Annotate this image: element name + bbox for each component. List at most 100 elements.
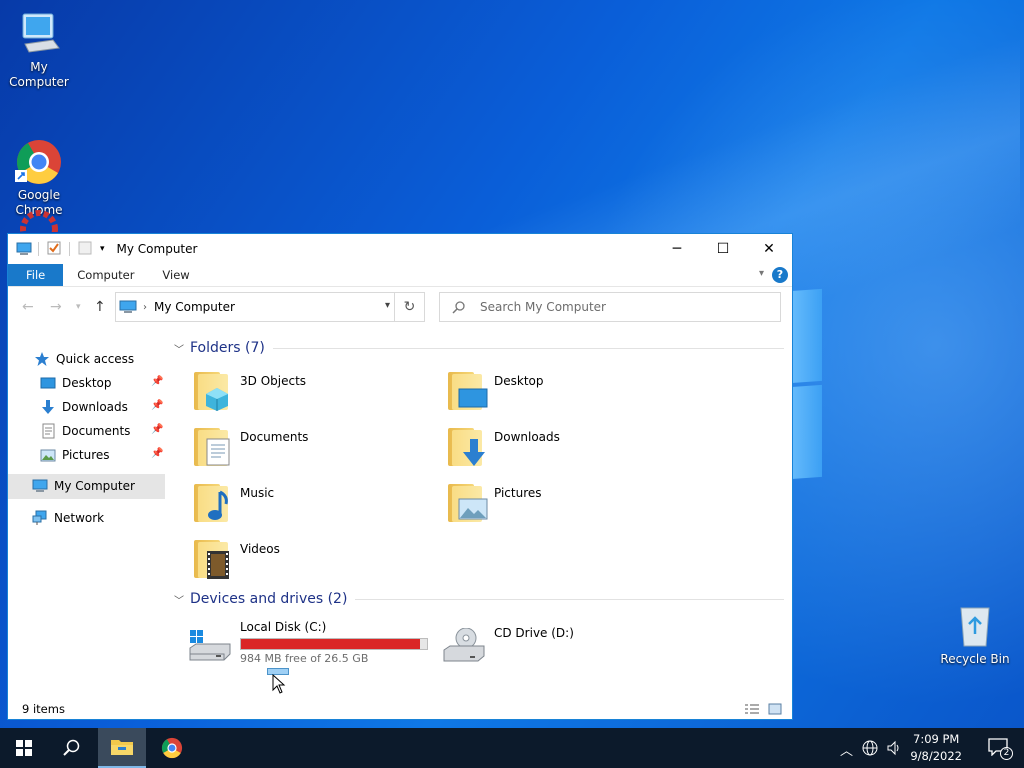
search-icon <box>63 739 80 756</box>
collapse-chevron-icon[interactable]: ﹀ <box>174 341 184 356</box>
close-button[interactable]: ✕ <box>746 234 792 264</box>
nav-label: My Computer <box>54 479 135 493</box>
drive-usage-bar <box>240 638 428 650</box>
folder-label: Desktop <box>494 374 544 388</box>
folder-item-downloads[interactable]: Downloads <box>448 426 688 476</box>
star-icon <box>34 351 50 367</box>
taskbar-chrome[interactable] <box>148 728 196 768</box>
divider <box>69 242 70 256</box>
taskbar: ︿ 7:09 PM 9/8/2022 2 <box>0 728 1024 768</box>
minimize-button[interactable]: ─ <box>654 234 700 264</box>
recycle-bin-icon <box>951 602 999 650</box>
drive-item-cd-drive[interactable]: CD Drive (D:) <box>442 614 692 674</box>
document-icon <box>40 423 56 439</box>
customize-qa-chevron-icon[interactable]: ▾ <box>100 244 105 254</box>
computer-icon <box>16 242 32 256</box>
nav-item-documents[interactable]: Documents <box>40 419 130 443</box>
new-folder-icon[interactable] <box>78 241 92 258</box>
section-header-devices[interactable]: ﹀ Devices and drives (2) <box>174 591 784 607</box>
volume-icon[interactable] <box>886 740 902 760</box>
chrome-icon <box>15 123 63 184</box>
computer-icon <box>15 10 63 58</box>
folder-item-3d-objects[interactable]: 3D Objects <box>194 370 434 420</box>
folder-item-videos[interactable]: Videos <box>194 538 434 588</box>
folder-item-desktop[interactable]: Desktop <box>448 370 688 420</box>
folder-item-pictures[interactable]: Pictures <box>448 482 688 532</box>
notification-center-button[interactable]: 2 <box>988 738 1013 760</box>
refresh-button[interactable]: ↻ <box>394 293 424 321</box>
folder-music-icon <box>194 482 232 524</box>
address-row: ← → ▾ ↑ › My Computer ▾ ↻ Search My Comp… <box>8 287 792 327</box>
pin-icon[interactable]: 📌 <box>151 448 163 459</box>
folder-documents-icon <box>194 426 232 468</box>
search-box[interactable]: Search My Computer <box>439 292 781 322</box>
mouse-cursor-icon <box>272 673 286 697</box>
forward-arrow-icon[interactable]: → <box>50 299 62 315</box>
nav-item-network[interactable]: Network <box>32 506 104 530</box>
desktop-icon-recycle-bin[interactable]: Recycle Bin <box>936 602 1014 667</box>
desktop-icon <box>40 375 56 391</box>
nav-item-my-computer[interactable]: My Computer <box>32 474 135 498</box>
folder-desktop-icon <box>448 370 488 412</box>
network-globe-icon[interactable] <box>862 740 878 760</box>
large-icons-view-icon[interactable] <box>768 703 782 718</box>
network-icon <box>32 510 48 526</box>
address-dropdown-chevron-icon[interactable]: ▾ <box>385 300 390 311</box>
start-button[interactable] <box>0 728 48 768</box>
status-item-count: 9 items <box>22 702 65 716</box>
section-title: Devices and drives (2) <box>190 591 348 607</box>
ribbon-tabs: File Computer View ▾ ? <box>8 264 792 287</box>
properties-icon[interactable] <box>47 241 61 258</box>
folder-item-documents[interactable]: Documents <box>194 426 434 476</box>
up-arrow-icon[interactable]: ↑ <box>94 299 106 315</box>
breadcrumb[interactable]: My Computer <box>154 300 235 314</box>
pin-icon[interactable]: 📌 <box>151 376 163 387</box>
search-input[interactable]: Search My Computer <box>480 300 606 314</box>
folder-label: Videos <box>240 542 280 556</box>
notification-count-badge: 2 <box>1000 747 1013 760</box>
explorer-window: ▾ My Computer ─ ☐ ✕ File Computer View ▾… <box>7 233 793 720</box>
pin-icon[interactable]: 📌 <box>151 400 163 411</box>
recent-locations-chevron-icon[interactable]: ▾ <box>76 302 81 312</box>
title-bar[interactable]: ▾ My Computer ─ ☐ ✕ <box>8 234 792 264</box>
drive-item-local-disk[interactable]: Local Disk (C:) 984 MB free of 26.5 GB <box>188 614 438 674</box>
file-explorer-icon <box>111 740 133 755</box>
nav-item-quick-access[interactable]: Quick access <box>34 347 134 371</box>
taskbar-file-explorer[interactable] <box>98 728 146 768</box>
section-header-folders[interactable]: ﹀ Folders (7) <box>174 340 784 356</box>
chrome-icon <box>161 737 183 759</box>
expand-ribbon-chevron-icon[interactable]: ▾ <box>759 268 764 279</box>
folder-item-music[interactable]: Music <box>194 482 434 532</box>
folder-3d-objects-icon <box>194 370 232 412</box>
folder-pictures-icon <box>448 482 488 524</box>
nav-item-downloads[interactable]: Downloads <box>40 395 128 419</box>
folder-label: Music <box>240 486 275 500</box>
clock-date: 9/8/2022 <box>910 749 962 763</box>
show-hidden-icons-chevron-icon[interactable]: ︿ <box>840 740 853 759</box>
quick-access-toolbar: ▾ <box>38 241 105 258</box>
address-bar[interactable]: › My Computer ▾ ↻ <box>115 292 425 322</box>
view-toggle <box>744 703 782 718</box>
nav-item-desktop[interactable]: Desktop <box>40 371 112 395</box>
tab-computer[interactable]: Computer <box>63 264 148 286</box>
desktop-gear-icon <box>16 206 62 232</box>
maximize-button[interactable]: ☐ <box>700 234 746 264</box>
search-button[interactable] <box>48 728 96 768</box>
computer-icon <box>32 478 48 494</box>
desktop-icon-label: Recycle Bin <box>940 652 1010 666</box>
tab-file[interactable]: File <box>8 264 64 286</box>
pin-icon[interactable]: 📌 <box>151 424 163 435</box>
desktop-icon-my-computer[interactable]: My Computer <box>0 10 78 90</box>
nav-item-pictures[interactable]: Pictures <box>40 443 110 467</box>
system-clock[interactable]: 7:09 PM 9/8/2022 <box>910 731 962 765</box>
details-view-icon[interactable] <box>744 703 760 718</box>
search-icon <box>452 300 466 314</box>
help-icon[interactable]: ? <box>772 267 788 283</box>
desktop-icon-chrome[interactable]: Google Chrome <box>0 108 78 218</box>
breadcrumb-chevron-icon[interactable]: › <box>143 302 147 313</box>
nav-label: Pictures <box>62 448 110 462</box>
window-title: My Computer <box>116 242 198 256</box>
collapse-chevron-icon[interactable]: ﹀ <box>174 592 184 607</box>
back-arrow-icon[interactable]: ← <box>22 299 34 315</box>
tab-view[interactable]: View <box>148 264 203 286</box>
